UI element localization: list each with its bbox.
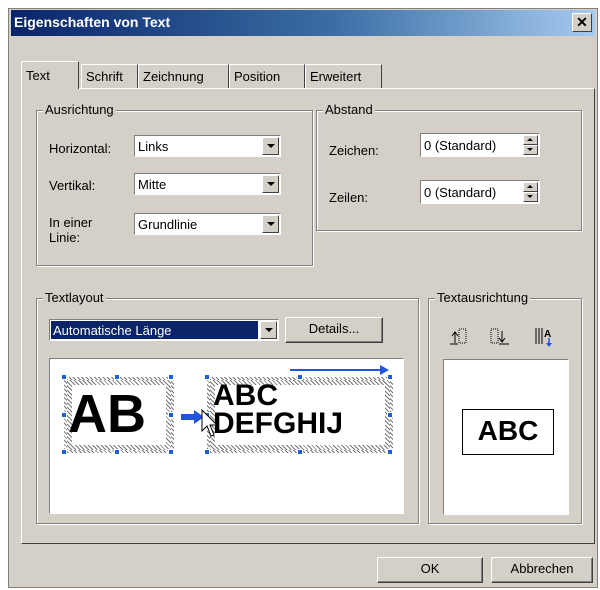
in-einer-linie-value: Grundlinie bbox=[138, 217, 198, 232]
spin-down-icon[interactable] bbox=[523, 145, 538, 155]
resize-handle bbox=[168, 449, 174, 455]
close-icon: ✕ bbox=[576, 14, 588, 30]
horizontal-label: Horizontal: bbox=[49, 141, 112, 156]
details-label: Details... bbox=[308, 321, 360, 336]
vertikal-select[interactable]: Mitte bbox=[134, 173, 281, 195]
tab-label: Position bbox=[234, 69, 281, 84]
in-einer-linie-select[interactable]: Grundlinie bbox=[134, 213, 281, 235]
preview-text-left: AB bbox=[68, 384, 146, 444]
group-textausrichtung: Textausrichtung A ABC bbox=[428, 290, 582, 524]
properties-dialog: Eigenschaften von Text ✕ Text Schrift Ze… bbox=[8, 8, 598, 588]
horizontal-select[interactable]: Links bbox=[134, 135, 281, 157]
svg-text:A: A bbox=[544, 329, 551, 340]
tab-erweitert[interactable]: Erweitert bbox=[305, 64, 382, 88]
rotate-left-icon[interactable] bbox=[447, 325, 473, 349]
tab-text[interactable]: Text bbox=[21, 61, 79, 89]
details-button[interactable]: Details... bbox=[285, 317, 383, 343]
tab-zeichnung[interactable]: Zeichnung bbox=[138, 64, 229, 88]
horizontal-value: Links bbox=[138, 139, 169, 154]
chevron-down-icon[interactable] bbox=[262, 175, 279, 193]
expand-arrow-icon bbox=[290, 365, 389, 375]
spin-down-icon[interactable] bbox=[523, 192, 538, 202]
resize-handle bbox=[61, 412, 67, 418]
group-legend: Abstand bbox=[323, 102, 375, 117]
window-title: Eigenschaften von Text bbox=[14, 14, 171, 30]
tab-position[interactable]: Position bbox=[229, 64, 305, 88]
resize-handle bbox=[387, 449, 393, 455]
vertikal-value: Mitte bbox=[138, 177, 167, 192]
resize-handle bbox=[204, 374, 210, 380]
tab-label: Schrift bbox=[86, 69, 123, 84]
tab-label: Erweitert bbox=[310, 69, 362, 84]
spin-up-icon[interactable] bbox=[523, 135, 538, 145]
group-legend: Textausrichtung bbox=[435, 290, 531, 305]
preview-abc-box: ABC bbox=[462, 409, 554, 455]
cancel-label: Abbrechen bbox=[510, 561, 574, 576]
tab-panel-text: Ausrichtung Horizontal: Links Vertikal: … bbox=[21, 88, 595, 544]
preview-abc-text: ABC bbox=[477, 415, 539, 446]
zeilen-value: 0 (Standard) bbox=[424, 185, 497, 200]
chevron-down-icon[interactable] bbox=[262, 137, 279, 155]
title-bar[interactable]: Eigenschaften von Text ✕ bbox=[11, 10, 595, 36]
zeichen-spinner[interactable]: 0 (Standard) bbox=[420, 133, 540, 157]
group-legend: Ausrichtung bbox=[43, 102, 116, 117]
mouse-cursor-icon bbox=[201, 409, 219, 437]
resize-handle bbox=[61, 449, 67, 455]
vertical-text-icon[interactable]: A bbox=[533, 325, 559, 349]
ok-label: OK bbox=[420, 561, 440, 576]
preview-text-right-line2: DEFGHIJ bbox=[213, 407, 344, 440]
resize-handle bbox=[114, 449, 120, 455]
zeichen-label: Zeichen: bbox=[329, 143, 379, 158]
textlayout-value: Automatische Länge bbox=[51, 321, 258, 339]
tab-label: Zeichnung bbox=[143, 69, 204, 84]
ok-button[interactable]: OK bbox=[377, 557, 483, 583]
resize-handle bbox=[204, 449, 210, 455]
chevron-down-icon[interactable] bbox=[262, 215, 279, 233]
vertikal-label: Vertikal: bbox=[49, 178, 96, 193]
resize-handle bbox=[168, 412, 174, 418]
textlayout-preview: AB ABC DEFGHIJ bbox=[49, 358, 404, 514]
resize-handle bbox=[297, 449, 303, 455]
zeichen-value: 0 (Standard) bbox=[424, 138, 497, 153]
cancel-button[interactable]: Abbrechen bbox=[491, 557, 593, 583]
resize-handle bbox=[61, 374, 67, 380]
zeilen-label: Zeilen: bbox=[329, 190, 369, 205]
close-button[interactable]: ✕ bbox=[572, 13, 592, 32]
group-ausrichtung: Ausrichtung Horizontal: Links Vertikal: … bbox=[36, 102, 313, 266]
spin-up-icon[interactable] bbox=[523, 182, 538, 192]
tab-schrift[interactable]: Schrift bbox=[81, 64, 138, 88]
rotate-right-icon[interactable] bbox=[487, 325, 513, 349]
textausrichtung-preview: ABC bbox=[443, 359, 569, 515]
group-legend: Textlayout bbox=[43, 290, 106, 305]
zeilen-spinner[interactable]: 0 (Standard) bbox=[420, 180, 540, 204]
group-textlayout: Textlayout Automatische Länge Details...… bbox=[36, 290, 419, 524]
group-abstand: Abstand Zeichen: 0 (Standard) Zeilen: 0 … bbox=[316, 102, 582, 231]
textlayout-select[interactable]: Automatische Länge bbox=[49, 319, 279, 341]
resize-handle bbox=[387, 412, 393, 418]
chevron-down-icon[interactable] bbox=[260, 321, 277, 339]
resize-handle bbox=[168, 374, 174, 380]
tab-label: Text bbox=[26, 68, 50, 83]
resize-handle bbox=[114, 374, 120, 380]
in-einer-linie-label: In einer Linie: bbox=[49, 215, 93, 245]
